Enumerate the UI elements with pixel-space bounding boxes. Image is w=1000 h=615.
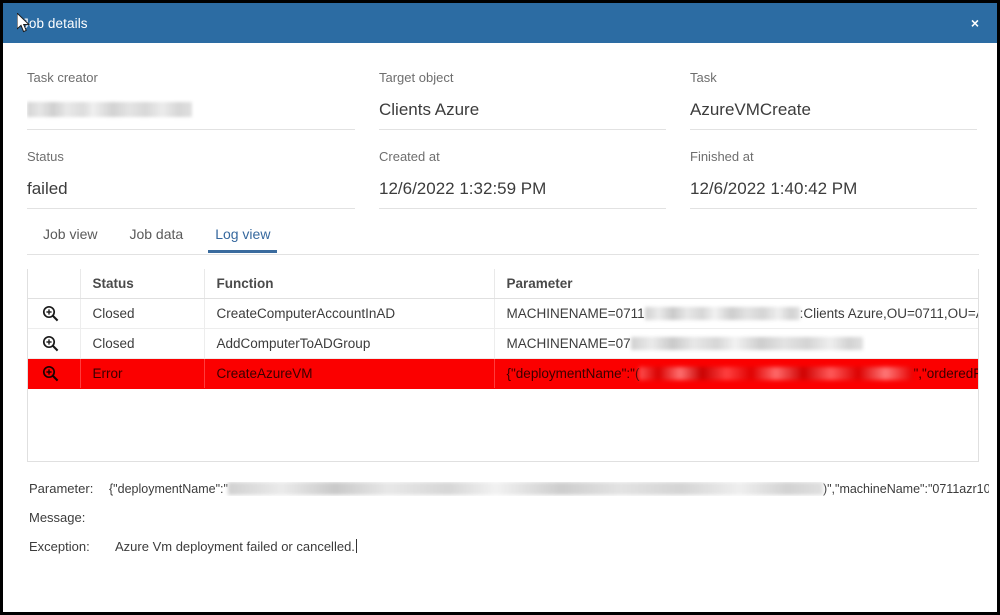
cell-status: Closed	[80, 298, 205, 329]
field-value: 12/6/2022 1:32:59 PM	[379, 178, 666, 209]
tab-job-data[interactable]: Job data	[113, 219, 199, 252]
parameter-prefix: {"deploymentName":"	[109, 482, 228, 496]
cell-function: AddComputerToADGroup	[204, 328, 495, 359]
tab-job-view[interactable]: Job view	[27, 219, 113, 252]
cell-function: CreateComputerAccountInAD	[204, 298, 495, 329]
parameter-prefix: MACHINENAME=0711	[506, 306, 645, 321]
field-value: AzureVMCreate	[690, 99, 977, 130]
field-created-at: Created at 12/6/2022 1:32:59 PM	[379, 130, 666, 209]
field-label: Created at	[379, 149, 440, 164]
magnifier-zoom-in-icon[interactable]	[42, 365, 59, 382]
log-table: Status Function Parameter Closed CreateC…	[28, 269, 978, 389]
cell-status: Error	[80, 358, 205, 389]
parameter-suffix: ","orderedForGuid"	[913, 366, 978, 381]
field-value: failed	[27, 178, 355, 209]
row-inspect-cell[interactable]	[28, 298, 81, 329]
redacted-value	[639, 367, 914, 380]
cell-parameter: {"deploymentName":"( ","orderedForGuid"	[494, 358, 978, 389]
field-status: Status failed	[27, 130, 355, 209]
log-table-container: Status Function Parameter Closed CreateC…	[27, 269, 979, 462]
redacted-value	[644, 307, 800, 320]
exception-flagged-word: Vm	[152, 539, 173, 554]
parameter-prefix: MACHINENAME=07	[506, 336, 631, 351]
field-label: Task creator	[27, 70, 98, 85]
field-task-creator: Task creator	[27, 51, 355, 130]
field-finished-at: Finished at 12/6/2022 1:40:42 PM	[690, 130, 977, 209]
magnifier-zoom-in-icon[interactable]	[42, 305, 59, 322]
selected-entry-details: Parameter: {"deploymentName":" )","machin…	[29, 481, 989, 568]
detail-label: Exception:	[29, 539, 90, 554]
field-task: Task AzureVMCreate	[690, 51, 977, 130]
window-title: Job details	[22, 15, 88, 31]
field-target-object: Target object Clients Azure	[379, 51, 666, 130]
column-header-parameter: Parameter	[494, 269, 978, 299]
job-details-window: Job details × Task creator Target object…	[0, 0, 1000, 615]
column-header-icon	[28, 269, 81, 299]
detail-label: Parameter:	[29, 481, 94, 496]
field-label: Status	[27, 149, 64, 164]
detail-value: {"deploymentName":" )","machineName":"071…	[109, 482, 989, 496]
cell-parameter: MACHINENAME=0711 :Clients Azure,OU=0711,O…	[494, 298, 978, 329]
exception-text-after: deployment failed or cancelled.	[172, 539, 355, 554]
field-label: Target object	[379, 70, 454, 85]
field-label: Task	[690, 70, 717, 85]
detail-parameter: Parameter: {"deploymentName":" )","machin…	[29, 481, 989, 510]
redacted-value	[630, 337, 863, 350]
detail-value[interactable]: Azure Vm deployment failed or cancelled.	[109, 539, 357, 554]
window-titlebar: Job details ×	[3, 3, 997, 43]
cell-function: CreateAzureVM	[204, 358, 495, 389]
exception-text-before: Azure	[115, 539, 153, 554]
cell-status: Closed	[80, 328, 205, 359]
field-value	[27, 99, 355, 130]
detail-exception: Exception: Azure Vm deployment failed or…	[29, 539, 989, 568]
field-value: Clients Azure	[379, 99, 666, 130]
parameter-suffix: )","machineName":"0711azr1003	[822, 482, 989, 496]
row-inspect-cell[interactable]	[28, 328, 81, 359]
magnifier-zoom-in-icon[interactable]	[42, 335, 59, 352]
cell-parameter: MACHINENAME=07	[494, 328, 978, 359]
table-row-error[interactable]: Error CreateAzureVM {"deploymentName":"(…	[28, 358, 978, 389]
table-header-row: Status Function Parameter	[28, 269, 978, 299]
column-header-status: Status	[80, 269, 205, 299]
field-value: 12/6/2022 1:40:42 PM	[690, 178, 977, 209]
parameter-prefix: {"deploymentName":"(	[506, 366, 640, 381]
detail-label: Message:	[29, 510, 86, 525]
detail-message: Message:	[29, 510, 989, 539]
redacted-value	[27, 102, 192, 117]
column-header-function: Function	[204, 269, 495, 299]
parameter-suffix: :Clients Azure,OU=0711,OU=AHP Tenants,DC…	[799, 306, 978, 321]
field-label: Finished at	[690, 149, 754, 164]
table-row[interactable]: Closed CreateComputerAccountInAD MACHINE…	[28, 298, 978, 329]
redacted-value	[227, 482, 823, 495]
text-caret	[355, 539, 357, 553]
detail-tabs: Job view Job data Log view	[27, 219, 979, 255]
tab-log-view[interactable]: Log view	[199, 219, 286, 253]
close-icon[interactable]: ×	[971, 16, 997, 30]
row-inspect-cell[interactable]	[28, 358, 81, 389]
table-row[interactable]: Closed AddComputerToADGroup MACHINENAME=…	[28, 328, 978, 359]
job-summary-fields: Task creator Target object Clients Azure…	[3, 51, 997, 209]
